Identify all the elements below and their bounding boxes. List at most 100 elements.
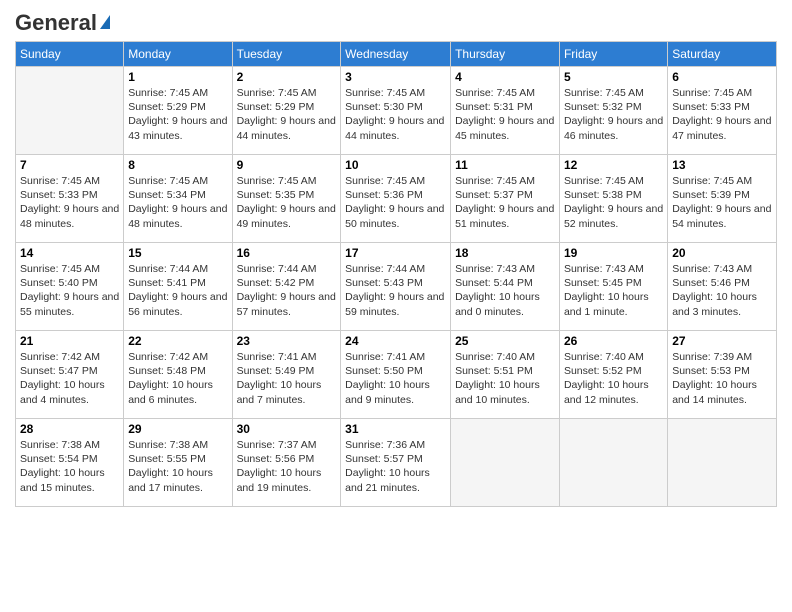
day-info: Sunrise: 7:44 AMSunset: 5:43 PMDaylight:… <box>345 262 446 319</box>
calendar-cell <box>16 67 124 155</box>
calendar-cell: 16Sunrise: 7:44 AMSunset: 5:42 PMDayligh… <box>232 243 341 331</box>
sunset-text: Sunset: 5:53 PM <box>672 364 772 378</box>
sunset-text: Sunset: 5:37 PM <box>455 188 555 202</box>
sunrise-text: Sunrise: 7:40 AM <box>564 350 663 364</box>
daylight-text: Daylight: 9 hours and 50 minutes. <box>345 202 446 230</box>
sunrise-text: Sunrise: 7:44 AM <box>128 262 227 276</box>
day-info: Sunrise: 7:43 AMSunset: 5:44 PMDaylight:… <box>455 262 555 319</box>
day-number: 14 <box>20 246 119 260</box>
day-number: 23 <box>237 334 337 348</box>
sunset-text: Sunset: 5:45 PM <box>564 276 663 290</box>
calendar-cell: 24 Sunrise: 7:41 AMSunset: 5:50 PMDayligh… <box>341 331 451 419</box>
sunrise-text: Sunrise: 7:43 AM <box>564 262 663 276</box>
calendar-day-header: Saturday <box>668 42 777 67</box>
day-info: Sunrise: 7:41 AMSunset: 5:49 PMDaylight:… <box>237 350 337 407</box>
day-info: Sunrise: 7:44 AMSunset: 5:42 PMDaylight:… <box>237 262 337 319</box>
day-info: Sunrise: 7:44 AMSunset: 5:41 PMDaylight:… <box>128 262 227 319</box>
sunset-text: Sunset: 5:30 PM <box>345 100 446 114</box>
sunrise-text: Sunrise: 7:38 AM <box>128 438 227 452</box>
day-number: 6 <box>672 70 772 84</box>
daylight-text: Daylight: 10 hours and 1 minute. <box>564 290 663 318</box>
sunset-text: Sunset: 5:49 PM <box>237 364 337 378</box>
daylight-text: Daylight: 10 hours and 15 minutes. <box>20 466 119 494</box>
calendar-cell: 19 Sunrise: 7:43 AMSunset: 5:45 PMDayligh… <box>559 243 667 331</box>
daylight-text: Daylight: 9 hours and 49 minutes. <box>237 202 337 230</box>
day-number: 31 <box>345 422 446 436</box>
calendar-day-header: Thursday <box>451 42 560 67</box>
calendar-cell: 30Sunrise: 7:37 AMSunset: 5:56 PMDayligh… <box>232 419 341 507</box>
sunset-text: Sunset: 5:50 PM <box>345 364 446 378</box>
daylight-text: Daylight: 10 hours and 19 minutes. <box>237 466 337 494</box>
sunset-text: Sunset: 5:32 PM <box>564 100 663 114</box>
sunset-text: Sunset: 5:33 PM <box>20 188 119 202</box>
day-number: 28 <box>20 422 119 436</box>
sunrise-text: Sunrise: 7:38 AM <box>20 438 119 452</box>
calendar-header-row: SundayMondayTuesdayWednesdayThursdayFrid… <box>16 42 777 67</box>
sunset-text: Sunset: 5:39 PM <box>672 188 772 202</box>
calendar-cell <box>451 419 560 507</box>
day-info: Sunrise: 7:45 AMSunset: 5:34 PMDaylight:… <box>128 174 227 231</box>
calendar-cell: 7Sunrise: 7:45 AMSunset: 5:33 PMDaylight… <box>16 155 124 243</box>
calendar-cell: 9Sunrise: 7:45 AMSunset: 5:35 PMDaylight… <box>232 155 341 243</box>
calendar-day-header: Friday <box>559 42 667 67</box>
calendar-table: SundayMondayTuesdayWednesdayThursdayFrid… <box>15 41 777 507</box>
daylight-text: Daylight: 9 hours and 45 minutes. <box>455 114 555 142</box>
daylight-text: Daylight: 9 hours and 57 minutes. <box>237 290 337 318</box>
day-info: Sunrise: 7:36 AMSunset: 5:57 PMDaylight:… <box>345 438 446 495</box>
day-info: Sunrise: 7:45 AMSunset: 5:31 PMDaylight:… <box>455 86 555 143</box>
daylight-text: Daylight: 10 hours and 14 minutes. <box>672 378 772 406</box>
day-info: Sunrise: 7:40 AMSunset: 5:52 PMDaylight:… <box>564 350 663 407</box>
calendar-cell <box>668 419 777 507</box>
calendar-cell: 13Sunrise: 7:45 AMSunset: 5:39 PMDayligh… <box>668 155 777 243</box>
daylight-text: Daylight: 9 hours and 46 minutes. <box>564 114 663 142</box>
daylight-text: Daylight: 9 hours and 48 minutes. <box>20 202 119 230</box>
daylight-text: Daylight: 10 hours and 10 minutes. <box>455 378 555 406</box>
daylight-text: Daylight: 9 hours and 44 minutes. <box>237 114 337 142</box>
day-number: 3 <box>345 70 446 84</box>
day-number: 22 <box>128 334 227 348</box>
day-number: 29 <box>128 422 227 436</box>
sunset-text: Sunset: 5:48 PM <box>128 364 227 378</box>
sunset-text: Sunset: 5:33 PM <box>672 100 772 114</box>
day-number: 24 <box>345 334 446 348</box>
daylight-text: Daylight: 9 hours and 59 minutes. <box>345 290 446 318</box>
sunset-text: Sunset: 5:57 PM <box>345 452 446 466</box>
sunrise-text: Sunrise: 7:40 AM <box>455 350 555 364</box>
sunrise-text: Sunrise: 7:37 AM <box>237 438 337 452</box>
sunset-text: Sunset: 5:29 PM <box>237 100 337 114</box>
calendar-day-header: Tuesday <box>232 42 341 67</box>
sunset-text: Sunset: 5:46 PM <box>672 276 772 290</box>
daylight-text: Daylight: 10 hours and 3 minutes. <box>672 290 772 318</box>
day-info: Sunrise: 7:45 AMSunset: 5:38 PMDaylight:… <box>564 174 663 231</box>
daylight-text: Daylight: 9 hours and 44 minutes. <box>345 114 446 142</box>
day-info: Sunrise: 7:45 AMSunset: 5:37 PMDaylight:… <box>455 174 555 231</box>
sunset-text: Sunset: 5:51 PM <box>455 364 555 378</box>
sunrise-text: Sunrise: 7:45 AM <box>345 86 446 100</box>
day-number: 7 <box>20 158 119 172</box>
day-number: 11 <box>455 158 555 172</box>
calendar-cell: 26Sunrise: 7:40 AMSunset: 5:52 PMDayligh… <box>559 331 667 419</box>
calendar-cell: 6Sunrise: 7:45 AMSunset: 5:33 PMDaylight… <box>668 67 777 155</box>
daylight-text: Daylight: 9 hours and 52 minutes. <box>564 202 663 230</box>
calendar-cell: 8Sunrise: 7:45 AMSunset: 5:34 PMDaylight… <box>124 155 232 243</box>
sunrise-text: Sunrise: 7:44 AM <box>237 262 337 276</box>
daylight-text: Daylight: 9 hours and 56 minutes. <box>128 290 227 318</box>
day-number: 19 <box>564 246 663 260</box>
sunrise-text: Sunrise: 7:42 AM <box>128 350 227 364</box>
day-info: Sunrise: 7:40 AMSunset: 5:51 PMDaylight:… <box>455 350 555 407</box>
sunrise-text: Sunrise: 7:45 AM <box>672 86 772 100</box>
day-number: 15 <box>128 246 227 260</box>
daylight-text: Daylight: 10 hours and 7 minutes. <box>237 378 337 406</box>
calendar-cell: 11 Sunrise: 7:45 AMSunset: 5:37 PMDayligh… <box>451 155 560 243</box>
calendar-cell: 29Sunrise: 7:38 AMSunset: 5:55 PMDayligh… <box>124 419 232 507</box>
day-number: 5 <box>564 70 663 84</box>
page-container: General SundayMondayTuesdayWednesdayThur… <box>0 0 792 612</box>
day-info: Sunrise: 7:45 AMSunset: 5:29 PMDaylight:… <box>128 86 227 143</box>
sunset-text: Sunset: 5:54 PM <box>20 452 119 466</box>
day-number: 12 <box>564 158 663 172</box>
day-info: Sunrise: 7:41 AMSunset: 5:50 PMDaylight:… <box>345 350 446 407</box>
calendar-cell: 21Sunrise: 7:42 AMSunset: 5:47 PMDayligh… <box>16 331 124 419</box>
sunrise-text: Sunrise: 7:43 AM <box>455 262 555 276</box>
sunrise-text: Sunrise: 7:45 AM <box>237 86 337 100</box>
calendar-cell: 10Sunrise: 7:45 AMSunset: 5:36 PMDayligh… <box>341 155 451 243</box>
